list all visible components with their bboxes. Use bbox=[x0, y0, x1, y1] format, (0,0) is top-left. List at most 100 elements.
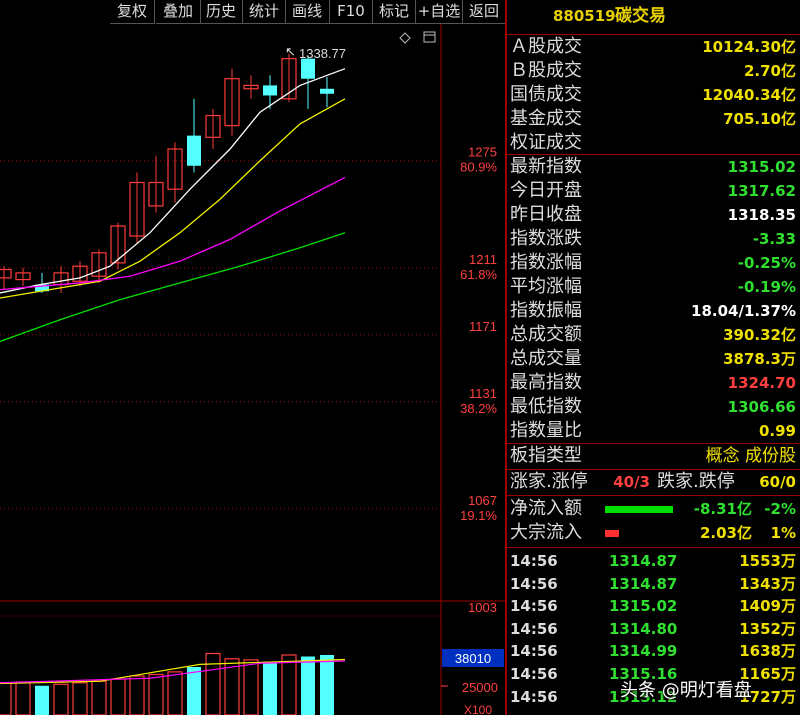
stat-value: 2.70亿 bbox=[743, 62, 796, 80]
volume-bar-up bbox=[148, 673, 164, 715]
stat-value: 1317.62 bbox=[727, 182, 796, 200]
price-label: 1131 bbox=[469, 386, 497, 401]
watermark: 头条 @明灯看盘 bbox=[620, 680, 752, 701]
board-type-value: 概念 成份股 bbox=[705, 446, 796, 466]
volume-bar-up bbox=[15, 681, 31, 715]
toolbar-btn-4[interactable]: 画线 bbox=[285, 0, 330, 24]
stat-row: 最高指数 1324.70 bbox=[507, 371, 800, 395]
stat-label: 国债成交 bbox=[510, 84, 582, 105]
stat-label: 最高指数 bbox=[510, 372, 582, 393]
volume-bar-down bbox=[263, 661, 277, 715]
price-label: 1003 bbox=[468, 600, 497, 615]
panel-separator bbox=[507, 443, 800, 444]
block_inflow-row: 大宗流入 2.03亿 1% bbox=[507, 521, 800, 545]
stat-value: 18.04/1.37% bbox=[691, 302, 796, 320]
stat-row: 昨日收盘 1318.35 bbox=[507, 203, 800, 227]
stat-row: 总成交额 390.32亿 bbox=[507, 323, 800, 347]
tick-price: 1314.87 bbox=[609, 552, 678, 570]
stat-value: 3878.3万 bbox=[723, 350, 796, 368]
pct-label: 80.9% bbox=[460, 160, 497, 175]
stat-value: 1306.66 bbox=[727, 398, 796, 416]
net_inflow-pct: -2% bbox=[764, 500, 796, 518]
stat-label: 平均涨幅 bbox=[510, 276, 582, 297]
up-count-label: 涨家.涨停 bbox=[510, 471, 588, 492]
candle-body-down bbox=[187, 135, 201, 166]
stat-value: -0.25% bbox=[737, 254, 796, 272]
stat-row: 国债成交 12040.34亿 bbox=[507, 83, 800, 107]
volume-bar-down bbox=[320, 654, 334, 715]
toolbar-btn-0[interactable]: 复权 bbox=[110, 0, 155, 24]
stat-value: 12040.34亿 bbox=[702, 86, 796, 104]
tick-row[interactable]: 14:56 1314.99 1638万 bbox=[507, 640, 800, 662]
panel-separator bbox=[507, 495, 800, 496]
ma20-line bbox=[0, 176, 346, 291]
volume-bar-up bbox=[53, 683, 69, 715]
stat-value: 0.99 bbox=[758, 422, 796, 440]
block_inflow-pct: 1% bbox=[770, 524, 796, 542]
stat-value: -3.33 bbox=[752, 230, 796, 248]
candle-body-up bbox=[0, 268, 12, 279]
tick-volume: 1409万 bbox=[739, 597, 796, 616]
tick-volume: 1343万 bbox=[739, 574, 796, 593]
volume-axis-label: 25000 bbox=[462, 680, 498, 695]
toolbar-btn-3[interactable]: 统计 bbox=[243, 0, 286, 24]
ma60-line bbox=[0, 232, 346, 343]
panel-separator bbox=[507, 547, 800, 548]
stat-label: 昨日收盘 bbox=[510, 204, 582, 225]
stat-value: 1324.70 bbox=[727, 374, 796, 392]
tick-price: 1315.02 bbox=[609, 597, 678, 616]
stat-row: 指数量比 0.99 bbox=[507, 419, 800, 443]
price-label: 1067 bbox=[468, 493, 497, 508]
toolbar-btn-7[interactable]: +自选 bbox=[416, 0, 463, 24]
block_inflow-label: 大宗流入 bbox=[510, 522, 582, 543]
toolbar-btn-1[interactable]: 叠加 bbox=[156, 0, 201, 24]
stat-value: 705.10亿 bbox=[723, 110, 796, 128]
kline-chart[interactable]: 127580.9% 121161.8% 1171 113138.2% 106719.1%… bbox=[0, 24, 505, 715]
tick-time: 14:56 bbox=[510, 665, 558, 683]
stat-row: 最新指数 1315.02 bbox=[507, 155, 800, 179]
tick-time: 14:56 bbox=[510, 597, 558, 616]
toolbar-btn-8[interactable]: 返回 bbox=[463, 0, 506, 24]
tick-volume: 1352万 bbox=[739, 619, 796, 638]
board-type-label: 板指类型 bbox=[510, 445, 582, 466]
tick-row[interactable]: 14:56 1314.87 1553万 bbox=[507, 550, 800, 572]
index-code: 880519 bbox=[553, 7, 616, 25]
tick-price: 1314.99 bbox=[609, 642, 678, 661]
up-count-value: 40/3 bbox=[613, 473, 650, 491]
tick-price: 1314.80 bbox=[609, 619, 678, 638]
tick-row[interactable]: 14:56 1315.02 1409万 bbox=[507, 595, 800, 617]
index-info-panel: 880519 碳交易 Ａ股成交 10124.30亿 Ｂ股成交 2.70亿 国债成交 120… bbox=[505, 0, 800, 715]
tick-row[interactable]: 14:56 1314.80 1352万 bbox=[507, 618, 800, 640]
tick-row[interactable]: 14:56 1314.87 1343万 bbox=[507, 573, 800, 595]
volume-bar-up bbox=[281, 654, 297, 715]
stat-label: 指数振幅 bbox=[510, 300, 582, 321]
panel-separator bbox=[507, 34, 800, 35]
toolbar-btn-5[interactable]: F10 bbox=[330, 0, 373, 24]
toolbar-btn-6[interactable]: 标记 bbox=[373, 0, 416, 24]
window-icon bbox=[423, 31, 436, 43]
volume-bar-up bbox=[129, 675, 145, 715]
volume-bar-up bbox=[167, 671, 183, 715]
stat-row: 权证成交 bbox=[507, 131, 800, 155]
stat-row: Ｂ股成交 2.70亿 bbox=[507, 59, 800, 83]
down-count-label: 跌家.跌停 bbox=[657, 471, 735, 492]
stat-row: 指数振幅 18.04/1.37% bbox=[507, 299, 800, 323]
high-marker: ↖ bbox=[285, 44, 296, 59]
stat-label: 总成交额 bbox=[510, 324, 582, 345]
stat-label: 今日开盘 bbox=[510, 180, 582, 201]
toolbar-btn-2[interactable]: 历史 bbox=[200, 0, 243, 24]
candle-body-down bbox=[263, 85, 277, 96]
stat-label: 指数涨跌 bbox=[510, 228, 582, 249]
stat-label: Ｂ股成交 bbox=[510, 60, 582, 81]
stat-label: 最低指数 bbox=[510, 396, 582, 417]
net_inflow-bar bbox=[605, 506, 673, 513]
volume-bar-down bbox=[301, 656, 315, 715]
volume-bar-up bbox=[110, 678, 126, 715]
stat-row: 总成交量 3878.3万 bbox=[507, 347, 800, 371]
volume-bar-up bbox=[243, 659, 259, 715]
stat-label: 最新指数 bbox=[510, 156, 582, 177]
board-type-row: 板指类型 概念 成份股 bbox=[507, 444, 800, 468]
panel-separator bbox=[507, 154, 800, 155]
tick-time: 14:56 bbox=[510, 687, 558, 706]
pct-label: 38.2% bbox=[460, 401, 497, 416]
